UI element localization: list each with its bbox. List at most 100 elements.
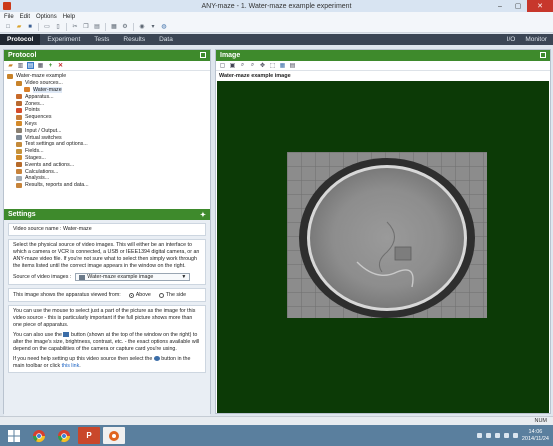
flag-icon[interactable] [485,433,491,438]
tree-item[interactable]: Sequences [7,114,210,121]
radio-side-dot [158,292,164,298]
print-preview-icon[interactable]: ▯ [54,23,62,31]
open-folder-icon[interactable]: ▰ [15,23,23,31]
tree-item[interactable]: Analysis... [7,175,210,182]
properties-view-icon[interactable]: ▤ [27,62,34,69]
add-icon[interactable]: + [47,62,54,69]
tab-protocol[interactable]: Protocol [0,34,41,45]
tree-item[interactable]: Events and actions... [7,161,210,168]
zoom-out-icon[interactable]: ⌕ [249,62,256,69]
help-link[interactable]: this link [62,363,80,369]
print-icon[interactable]: ▭ [43,23,51,31]
chrome-logo [33,429,45,442]
zoom-fit-icon[interactable]: ▢ [219,62,226,69]
tree-item-label: Results, reports and data... [25,182,89,189]
start-button-icon[interactable] [3,427,25,444]
tree-item[interactable]: Input / Output... [7,127,210,134]
delete-icon[interactable]: ✕ [57,62,64,69]
list-icon[interactable]: ▦ [37,62,44,69]
tree-item[interactable]: Points [7,107,210,114]
viewpoint-block: This image shows the apparatus viewed fr… [8,288,206,302]
select-area-icon[interactable]: ⬚ [269,62,276,69]
tree-item-icon [16,148,22,154]
zoom-actual-icon[interactable]: ▣ [229,62,236,69]
viewpoint-row: This image shows the apparatus viewed fr… [13,291,201,299]
panel-maximize-icon[interactable] [200,52,206,58]
tools-icon[interactable]: ◉ [138,23,146,31]
tree-item[interactable]: Calculations... [7,168,210,175]
menu-edit[interactable]: Edit [20,14,30,20]
save-icon[interactable]: ■ [26,23,34,31]
new-icon[interactable]: □ [4,23,12,31]
tree-item-icon [16,80,22,86]
protocol-panel: Protocol ▰ ▥ ▤ ▦ + ✕ Water-maze example V… [3,49,211,422]
status-bar: NUM [0,416,553,425]
tree-item-icon [16,182,22,188]
video-source-name-value[interactable]: Water-maze [63,226,92,232]
minimize-button[interactable]: – [491,0,509,12]
maximize-button[interactable]: ▢ [509,0,527,12]
tab-experiment[interactable]: Experiment [40,34,87,45]
film-icon[interactable]: ▤ [289,62,296,69]
tab-data[interactable]: Data [152,34,180,45]
source-description-block: Select the physical source of video imag… [8,239,206,285]
copy-icon[interactable]: ❐ [82,23,90,31]
pan-icon[interactable]: ✥ [259,62,266,69]
tab-tests[interactable]: Tests [87,34,116,45]
tree-item[interactable]: Keys [7,121,210,128]
help-text-1: You can use the mouse to select just a p… [13,308,196,328]
source-select[interactable]: Water-maze example image ▼ [75,273,191,281]
clock-date: 2014/11/24 [521,435,549,442]
tree-item-label: Zones... [25,100,45,107]
dropdown-icon[interactable]: ▾ [149,23,157,31]
image-header: Image [216,50,550,61]
clock[interactable]: 14:06 2014/11/24 [522,429,549,442]
menu-help[interactable]: Help [63,14,75,20]
image-viewport[interactable] [217,81,549,413]
tree-item[interactable]: Water-maze example [7,73,210,80]
tree-item[interactable]: Fields... [7,148,210,155]
radio-above-dot [128,292,134,298]
paste-icon[interactable]: ▤ [93,23,101,31]
close-button[interactable]: ✕ [527,0,553,12]
settings-toggle-icon[interactable]: ✦ [200,211,206,219]
folder-icon[interactable]: ▰ [7,62,14,69]
tree-item[interactable]: Water-maze [7,86,210,94]
chrome-icon-2[interactable] [53,427,75,444]
powerpoint-icon[interactable]: P [78,427,100,444]
tree-item[interactable]: Test settings and options... [7,141,210,148]
help-text-2a: You can also use the [13,332,62,338]
properties-icon[interactable]: ▦ [110,23,118,31]
panel-maximize-icon[interactable] [540,52,546,58]
tree-item[interactable]: Zones... [7,100,210,107]
anymaze-icon[interactable] [103,427,125,444]
video-settings-icon[interactable]: ▦ [279,62,286,69]
taskbar: P 14:06 2014/11/24 [0,425,553,446]
volume-icon[interactable] [503,433,509,438]
tree-item[interactable]: Stages... [7,155,210,162]
help-icon[interactable]: ◍ [160,23,168,31]
video-source-name-sep: : [60,226,62,232]
network-icon[interactable] [494,433,500,438]
radio-above[interactable]: Above [128,292,151,299]
water-maze-image[interactable] [287,152,487,318]
tab-monitor[interactable]: Monitor [525,36,547,43]
radio-side[interactable]: The side [158,292,186,299]
menu-options[interactable]: Options [36,14,57,20]
chrome-icon[interactable] [28,427,50,444]
tray-arrow-icon[interactable] [476,433,482,438]
tree-item[interactable]: Apparatus... [7,93,210,100]
zoom-in-icon[interactable]: ⌕ [239,62,246,69]
tab-results[interactable]: Results [116,34,152,45]
settings-icon[interactable]: ⚙ [121,23,129,31]
image-toolbar: ▢ ▣ ⌕ ⌕ ✥ ⬚ ▦ ▤ [216,61,550,71]
tree-item[interactable]: Virtual switches [7,134,210,141]
tab-io[interactable]: I/O [507,36,516,43]
menu-file[interactable]: File [4,14,14,20]
source-select-value: Water-maze example image [87,273,154,280]
keyboard-icon[interactable] [512,433,518,438]
tree-item[interactable]: Results, reports and data... [7,182,210,189]
tree-icon[interactable]: ▥ [17,62,24,69]
cut-icon[interactable]: ✂ [71,23,79,31]
tree-item[interactable]: Video sources... [7,80,210,87]
